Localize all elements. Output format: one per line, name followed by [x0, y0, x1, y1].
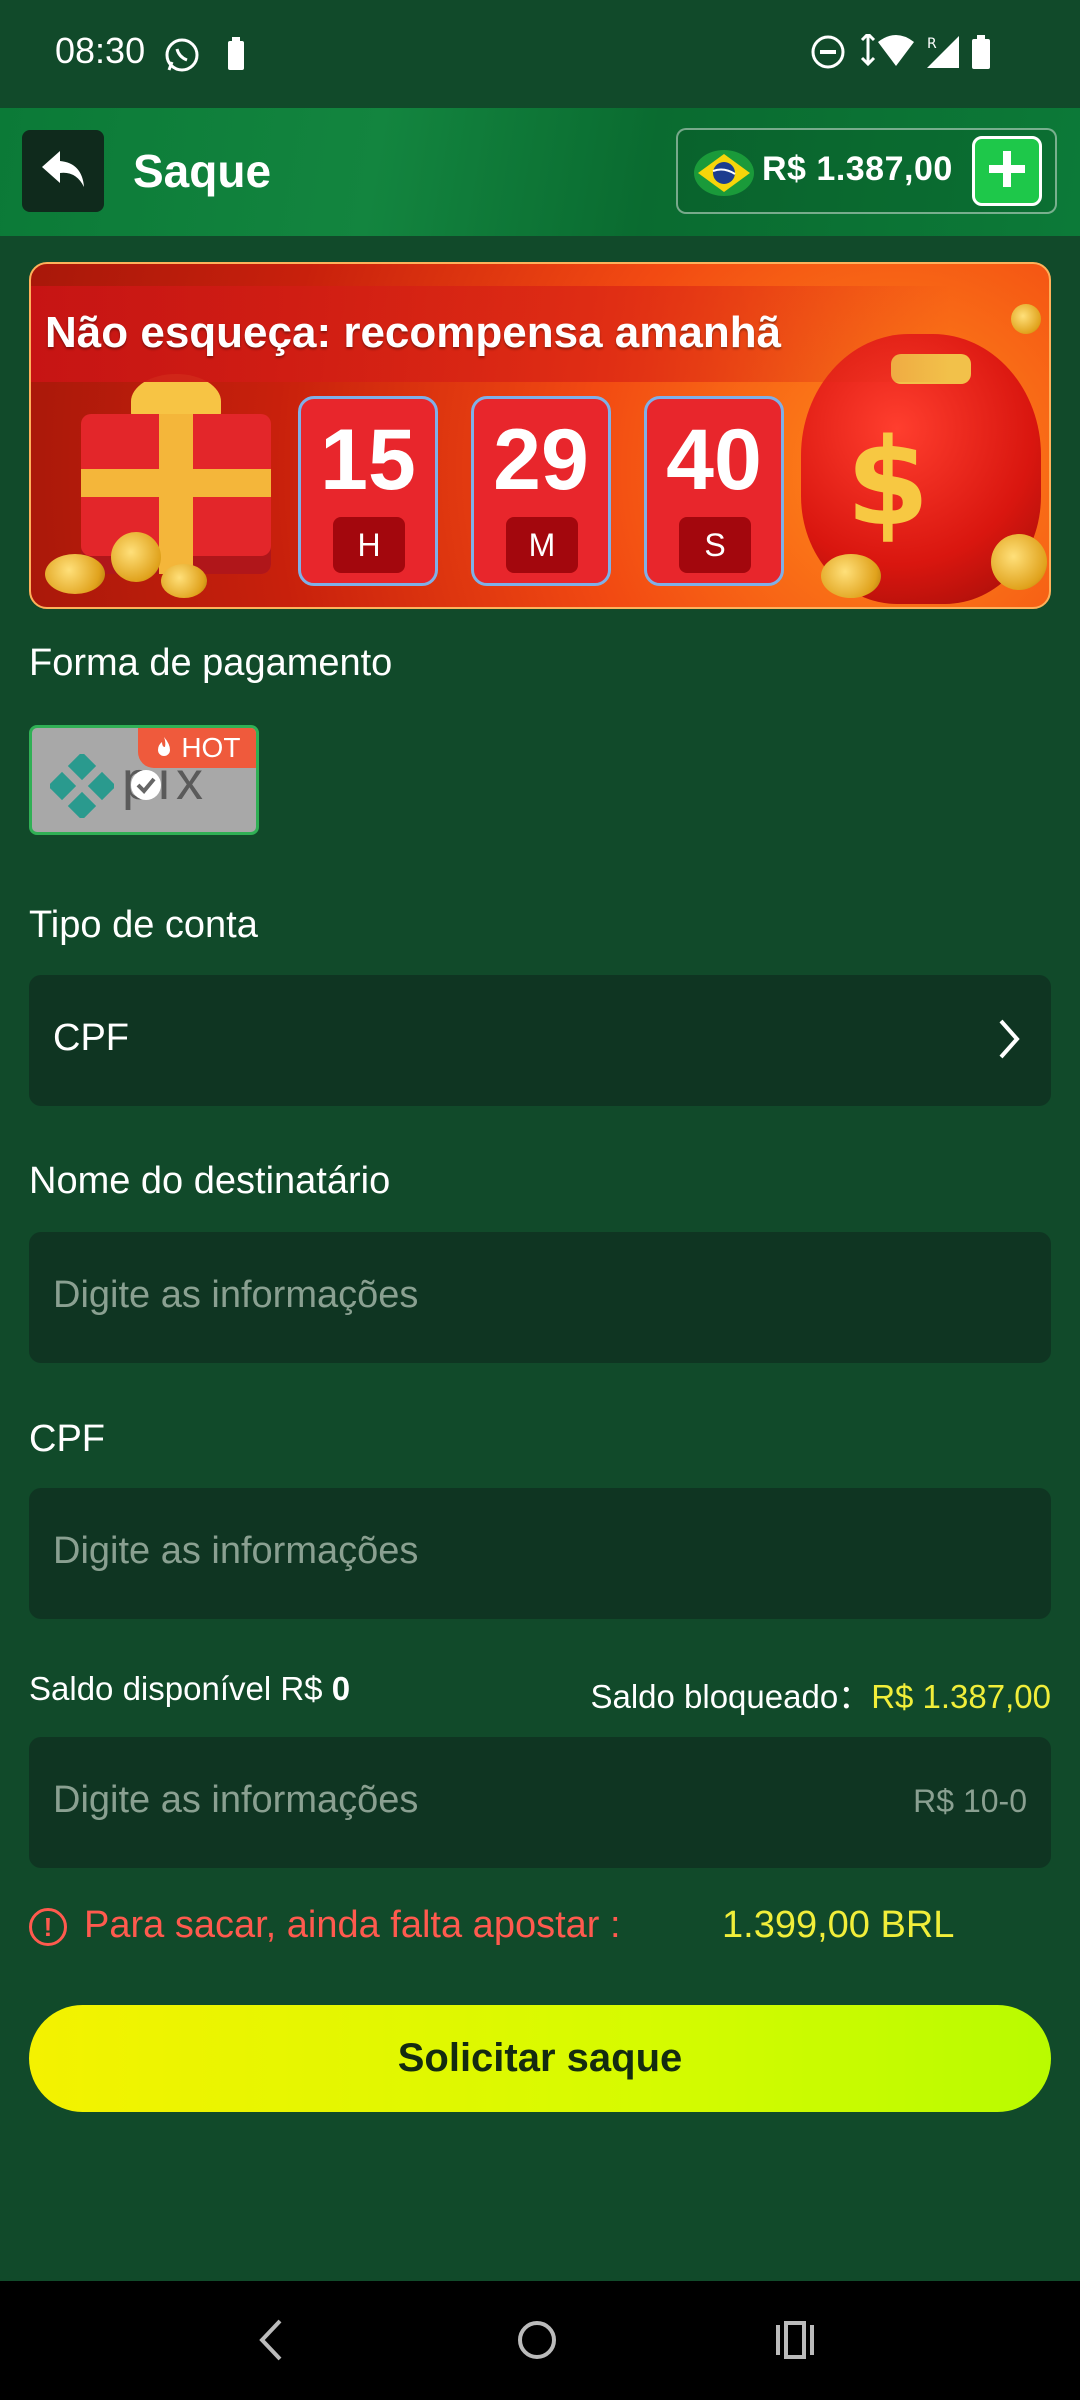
- timer-seconds: 40 S: [644, 396, 784, 586]
- pix-logo-icon: [47, 751, 117, 823]
- nav-home-icon[interactable]: [514, 2315, 560, 2370]
- gift-ribbon: [81, 469, 271, 497]
- reward-banner[interactable]: $ Não esqueça: recompensa amanhã 15 H 29…: [29, 262, 1051, 609]
- checkmark-icon: [129, 768, 163, 807]
- wifi-icon: [858, 31, 918, 75]
- recipient-name-label: Nome do destinatário: [29, 1160, 391, 1202]
- brazil-flag-icon: [694, 150, 754, 196]
- signal-icon: R: [925, 34, 961, 75]
- nav-back-icon[interactable]: [252, 2315, 288, 2370]
- balance-info-row: Saldo disponível R$ 0 Saldo bloqueado：R$…: [29, 1670, 1051, 1715]
- withdraw-amount-field[interactable]: Digite as informações R$ 10-0: [29, 1737, 1051, 1868]
- blocked-balance-label: Saldo bloqueado：: [590, 1678, 872, 1715]
- battery-icon: [970, 34, 992, 75]
- withdraw-amount-placeholder: Digite as informações: [53, 1779, 419, 1821]
- hot-badge: HOT: [138, 728, 256, 768]
- balance-amount: R$ 1.387,00: [762, 150, 953, 188]
- banner-title: Não esqueça: recompensa amanhã: [45, 308, 782, 357]
- coin-decoration: [821, 554, 881, 598]
- coin-decoration: [45, 554, 105, 594]
- back-arrow-icon: [38, 147, 88, 196]
- available-balance-label: Saldo disponível R$: [29, 1670, 323, 1707]
- recipient-name-field[interactable]: Digite as informações: [29, 1232, 1051, 1363]
- wager-warning-text: Para sacar, ainda falta apostar :: [84, 1904, 621, 1946]
- timer-hours: 15 H: [298, 396, 438, 586]
- timer-hours-unit: H: [333, 517, 405, 573]
- header: Saque R$ 1.387,00: [0, 108, 1080, 236]
- deposit-add-button[interactable]: [972, 136, 1042, 206]
- account-type-label: Tipo de conta: [29, 904, 258, 946]
- battery-small-icon: [226, 36, 246, 77]
- chevron-right-icon: [997, 1017, 1021, 1066]
- dollar-sign-icon: $: [846, 414, 930, 553]
- cpf-field[interactable]: Digite as informações: [29, 1488, 1051, 1619]
- timer-minutes-value: 29: [493, 412, 589, 508]
- timer-minutes-unit: M: [506, 517, 578, 573]
- timer-seconds-unit: S: [679, 517, 751, 573]
- cpf-placeholder: Digite as informações: [53, 1530, 419, 1572]
- nav-recents-icon[interactable]: [772, 2315, 818, 2370]
- available-balance: Saldo disponível R$ 0: [29, 1670, 350, 1708]
- recipient-name-placeholder: Digite as informações: [53, 1274, 419, 1316]
- fire-icon: [154, 732, 182, 763]
- dnd-icon: [810, 34, 846, 75]
- payment-method-label: Forma de pagamento: [29, 642, 393, 684]
- alert-icon: !: [29, 1908, 67, 1946]
- balance-display: R$ 1.387,00: [676, 128, 1057, 214]
- back-button[interactable]: [22, 130, 104, 212]
- page-title: Saque: [133, 145, 272, 197]
- svg-text:R: R: [927, 36, 937, 52]
- request-withdrawal-button[interactable]: Solicitar saque: [29, 2005, 1051, 2112]
- timer-hours-value: 15: [320, 412, 416, 508]
- blocked-balance: Saldo bloqueado：R$ 1.387,00: [590, 1670, 1051, 1718]
- blocked-balance-value: R$ 1.387,00: [871, 1678, 1051, 1715]
- account-type-select[interactable]: CPF: [29, 975, 1051, 1106]
- withdraw-amount-range: R$ 10-0: [913, 1783, 1027, 1819]
- pix-payment-option[interactable]: pix HOT: [29, 725, 259, 835]
- coin-decoration: [111, 532, 161, 582]
- coin-decoration: [161, 564, 207, 598]
- system-nav-bar: [0, 2281, 1080, 2400]
- account-type-value: CPF: [53, 1017, 129, 1059]
- timer-seconds-value: 40: [666, 412, 762, 508]
- cpf-label: CPF: [29, 1418, 105, 1460]
- plus-icon: [987, 149, 1027, 194]
- hot-badge-label: HOT: [181, 732, 241, 763]
- available-balance-value: 0: [331, 1670, 351, 1707]
- status-time: 08:30: [55, 30, 146, 71]
- status-bar: 08:30 R: [0, 0, 1080, 108]
- coin-decoration: [991, 534, 1047, 590]
- timer-minutes: 29 M: [471, 396, 611, 586]
- wager-warning-value: 1.399,00 BRL: [722, 1904, 955, 1946]
- whatsapp-icon: [163, 36, 201, 79]
